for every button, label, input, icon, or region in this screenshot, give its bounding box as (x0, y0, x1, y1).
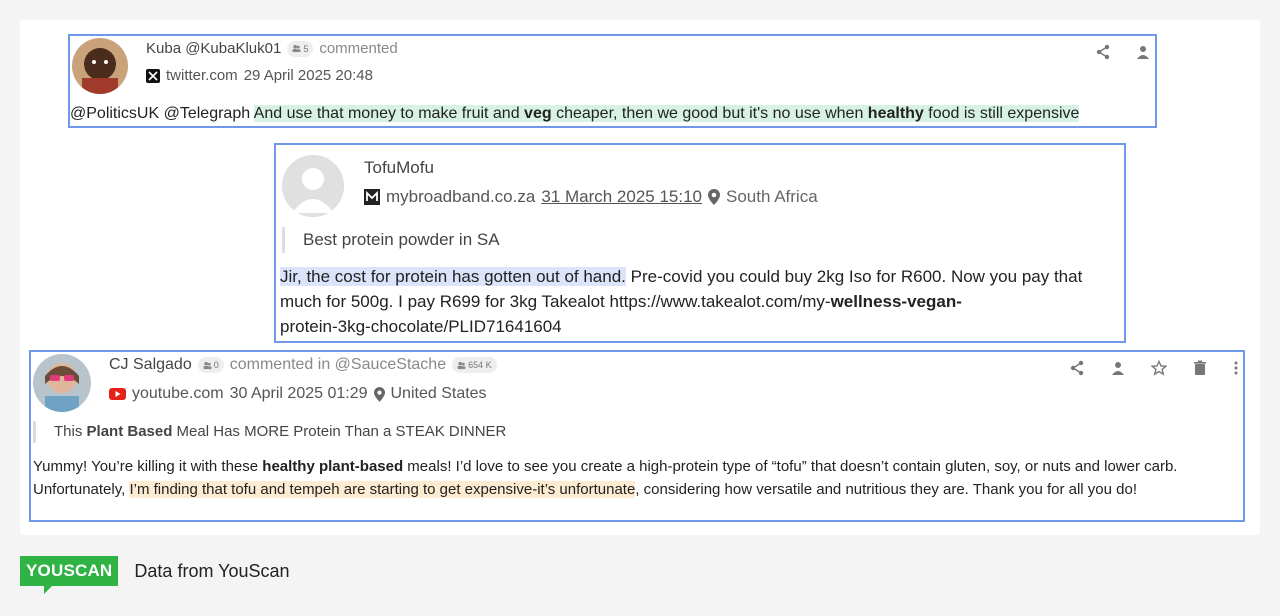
author-name[interactable]: CJ Salgado (109, 356, 192, 374)
post-date[interactable]: 31 March 2025 15:10 (541, 187, 702, 207)
avatar[interactable] (282, 155, 344, 217)
followers-icon (457, 361, 466, 369)
x-logo-icon (146, 68, 160, 83)
data-source-text: Data from YouScan (134, 560, 290, 581)
location-pin-icon (373, 386, 385, 402)
source-link[interactable]: twitter.com (166, 67, 238, 84)
mention-card[interactable]: CJ Salgado 0 commented in @SauceStache 6… (29, 350, 1245, 522)
avatar[interactable] (72, 38, 128, 94)
highlight: Jir, the cost for protein has gotten out… (280, 267, 626, 286)
source-link[interactable]: mybroadband.co.za (386, 187, 535, 207)
youscan-logo: YOUSCAN (20, 556, 119, 594)
post-date[interactable]: 29 April 2025 20:48 (244, 67, 373, 84)
star-icon[interactable] (1149, 358, 1169, 378)
followers-icon (292, 44, 301, 53)
share-icon[interactable] (1093, 42, 1113, 62)
highlight: And use that money to make fruit and veg… (253, 105, 1080, 122)
person-icon[interactable] (1108, 358, 1128, 378)
quoted-title[interactable]: This Plant Based Meal Has MORE Protein T… (33, 421, 506, 443)
followers-badge: 5 (287, 40, 314, 57)
trash-icon[interactable] (1190, 358, 1210, 378)
action-text: commented (319, 40, 398, 57)
post-body: Yummy! You’re killing it with these heal… (33, 458, 1178, 498)
source-link[interactable]: youtube.com (132, 385, 224, 403)
channel-followers-badge: 654 K (452, 357, 497, 373)
mybroadband-icon (364, 189, 380, 205)
post-date[interactable]: 30 April 2025 01:29 (230, 385, 368, 403)
location: United States (390, 385, 487, 402)
action-text[interactable]: commented in @SauceStache (230, 356, 446, 374)
highlight: I’m finding that tofu and tempeh are sta… (129, 481, 636, 498)
mention-card[interactable]: Kuba @KubaKluk01 5 commented twitter.com… (68, 34, 1157, 128)
author-name[interactable]: TofuMofu (364, 158, 434, 178)
more-icon[interactable] (1231, 358, 1241, 378)
youtube-icon (109, 388, 126, 400)
share-icon[interactable] (1067, 358, 1087, 378)
author-name[interactable]: Kuba @KubaKluk01 (146, 40, 281, 57)
followers-icon (203, 361, 212, 369)
person-icon[interactable] (1133, 42, 1153, 62)
quoted-title[interactable]: Best protein powder in SA (282, 227, 500, 253)
post-body: Jir, the cost for protein has gotten out… (280, 267, 1083, 336)
followers-badge: 0 (197, 357, 224, 373)
post-body: @PoliticsUK @Telegraph And use that mone… (70, 105, 1080, 122)
location: South Africa (726, 187, 818, 206)
avatar[interactable] (33, 354, 91, 412)
footer: YOUSCAN Data from YouScan (20, 556, 290, 594)
location-pin-icon (708, 189, 720, 205)
mention-card[interactable]: TofuMofu mybroadband.co.za 31 March 2025… (274, 143, 1126, 343)
